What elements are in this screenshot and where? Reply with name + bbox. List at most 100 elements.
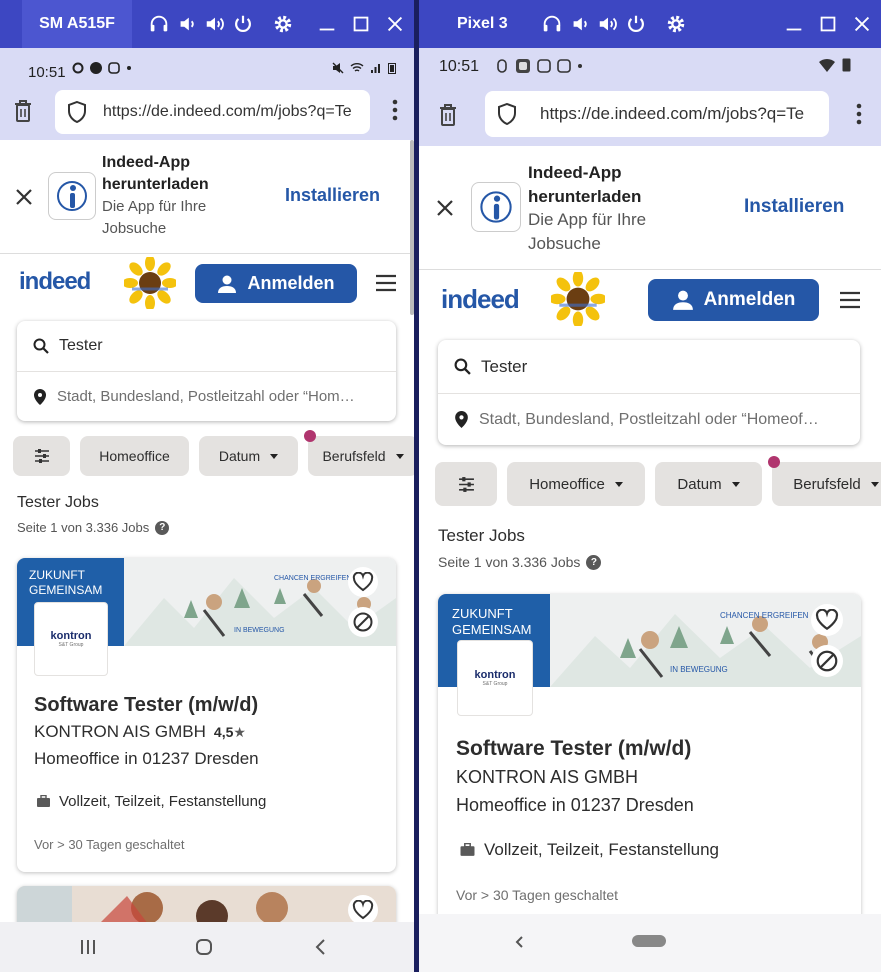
banner-title-line: herunterladen xyxy=(102,176,209,193)
indeed-logo[interactable]: indeed xyxy=(441,284,520,315)
device-name[interactable]: SM A515F xyxy=(22,0,132,48)
settings-icon[interactable] xyxy=(272,13,294,35)
home-icon[interactable] xyxy=(195,938,213,956)
url-text[interactable]: https://de.indeed.com/m/jobs?q=Te xyxy=(103,103,352,121)
block-icon xyxy=(353,612,373,632)
save-job-button[interactable] xyxy=(348,567,378,597)
what-input-value[interactable]: Tester xyxy=(481,357,527,377)
help-icon[interactable]: ? xyxy=(155,520,170,535)
wifi-icon xyxy=(350,63,364,72)
back-icon[interactable] xyxy=(314,938,326,956)
company-logo: kontron S&T Group xyxy=(34,602,108,676)
volume-down-icon[interactable] xyxy=(569,13,591,35)
berufsfeld-chip[interactable]: Berufsfeld xyxy=(768,456,881,506)
promo-line: ZUKUNFT xyxy=(452,606,513,621)
hamburger-menu-icon[interactable] xyxy=(839,291,861,309)
filter-chips: Homeoffice Datum Berufsfeld xyxy=(435,456,881,506)
device-window-right: Pixel 3 10:51 https://de.indeed.com/m/jo… xyxy=(419,0,881,972)
app-install-banner: Indeed-App herunterladen Die App für Ihr… xyxy=(419,146,881,270)
banner-title-line: herunterladen xyxy=(528,187,642,206)
save-job-button[interactable] xyxy=(811,604,843,636)
datum-chip[interactable]: Datum xyxy=(199,436,298,476)
job-title[interactable]: Software Tester (m/w/d) xyxy=(456,737,691,761)
job-card[interactable]: ZUKUNFT GEMEINSAM CHANCEN ERGREIFEN IN B… xyxy=(438,594,861,924)
job-card[interactable]: ZUKUNFT GEMEINSAM CHANCEN ERGREIFEN IN B… xyxy=(17,558,396,872)
banner-subtitle-line: Die App für Ihre xyxy=(528,210,647,229)
close-icon[interactable] xyxy=(384,13,406,35)
device-name[interactable]: Pixel 3 xyxy=(457,0,508,48)
posted-date: Vor > 30 Tagen geschaltet xyxy=(34,837,185,852)
minimize-icon[interactable] xyxy=(316,13,338,35)
job-type: Vollzeit, Teilzeit, Festanstellung xyxy=(459,840,719,860)
indeed-logo[interactable]: indeed xyxy=(19,268,91,296)
maximize-icon[interactable] xyxy=(350,13,372,35)
filter-settings-button[interactable] xyxy=(13,436,70,476)
homeoffice-chip[interactable]: Homeoffice xyxy=(80,436,189,476)
headphones-icon[interactable] xyxy=(541,13,563,35)
window-controls xyxy=(783,13,873,35)
save-job-button[interactable] xyxy=(348,895,378,925)
jobs-heading: Tester Jobs xyxy=(17,494,99,511)
what-input-value[interactable]: Tester xyxy=(59,337,103,355)
where-input-placeholder[interactable]: Stadt, Bundesland, Postleitzahl oder “Ho… xyxy=(57,388,355,405)
sunflower-icon xyxy=(551,272,605,326)
battery-icon xyxy=(842,58,851,72)
recent-apps-icon[interactable] xyxy=(79,939,97,955)
back-icon[interactable] xyxy=(514,935,524,949)
berufsfeld-chip[interactable]: Berufsfeld xyxy=(304,430,414,476)
login-button[interactable]: Anmelden xyxy=(195,264,357,303)
install-button[interactable]: Installieren xyxy=(744,196,844,218)
power-icon[interactable] xyxy=(232,13,254,35)
window-controls xyxy=(316,13,406,35)
signal-icon xyxy=(371,64,380,73)
overflow-menu-icon[interactable] xyxy=(392,98,398,122)
filter-settings-button[interactable] xyxy=(435,462,497,506)
caret-down-icon xyxy=(614,481,623,487)
dismiss-job-button[interactable] xyxy=(811,645,843,677)
jobs-count: Seite 1 von 3.336 Jobs ? xyxy=(17,520,170,535)
what-field[interactable]: Tester xyxy=(17,321,396,371)
banner-subtitle-line: Jobsuche xyxy=(528,234,601,253)
trash-icon[interactable] xyxy=(12,98,34,124)
close-banner-icon[interactable] xyxy=(14,187,34,207)
power-icon[interactable] xyxy=(625,13,647,35)
maximize-icon[interactable] xyxy=(817,13,839,35)
url-text[interactable]: https://de.indeed.com/m/jobs?q=Te xyxy=(540,104,804,124)
url-field[interactable]: https://de.indeed.com/m/jobs?q=Te xyxy=(55,90,370,134)
dismiss-job-button[interactable] xyxy=(348,607,378,637)
help-icon[interactable]: ? xyxy=(586,554,602,570)
volume-down-icon[interactable] xyxy=(176,13,198,35)
jobs-count-text: Seite 1 von 3.336 Jobs xyxy=(438,554,581,570)
what-field[interactable]: Tester xyxy=(438,340,860,393)
datum-chip[interactable]: Datum xyxy=(655,462,762,506)
hamburger-menu-icon[interactable] xyxy=(375,274,397,292)
block-icon xyxy=(816,650,838,672)
headphones-icon[interactable] xyxy=(148,13,170,35)
job-title[interactable]: Software Tester (m/w/d) xyxy=(34,694,258,717)
briefcase-icon xyxy=(37,795,50,807)
shield-icon[interactable] xyxy=(67,101,87,123)
device-window-left: SM A515F 10:51 https://de.indeed.com/m/j… xyxy=(0,0,414,972)
where-input-placeholder[interactable]: Stadt, Bundesland, Postleitzahl oder “Ho… xyxy=(479,411,819,429)
url-field[interactable]: https://de.indeed.com/m/jobs?q=Te xyxy=(485,91,829,137)
settings-icon[interactable] xyxy=(665,13,687,35)
promo-line: ZUKUNFT xyxy=(29,568,85,582)
close-icon[interactable] xyxy=(851,13,873,35)
overflow-menu-icon[interactable] xyxy=(856,102,862,126)
homeoffice-chip[interactable]: Homeoffice xyxy=(507,462,645,506)
volume-up-icon[interactable] xyxy=(597,13,619,35)
banner-subtitle-line: Die App für Ihre xyxy=(102,198,207,215)
trash-icon[interactable] xyxy=(437,102,459,128)
install-button[interactable]: Installieren xyxy=(285,185,380,206)
minimize-icon[interactable] xyxy=(783,13,805,35)
home-pill-icon[interactable] xyxy=(632,935,666,947)
company-name-text: KONTRON AIS GMBH xyxy=(34,722,206,741)
close-banner-icon[interactable] xyxy=(435,198,455,218)
banner-illustration: CHANCEN ERGREIFEN IN BEWEGUNG xyxy=(550,611,861,687)
volume-up-icon[interactable] xyxy=(204,13,226,35)
where-field[interactable]: Stadt, Bundesland, Postleitzahl oder “Ho… xyxy=(438,394,860,445)
system-icons xyxy=(332,62,396,74)
where-field[interactable]: Stadt, Bundesland, Postleitzahl oder “Ho… xyxy=(17,372,396,421)
login-button[interactable]: Anmelden xyxy=(648,279,819,321)
shield-icon[interactable] xyxy=(497,103,517,125)
